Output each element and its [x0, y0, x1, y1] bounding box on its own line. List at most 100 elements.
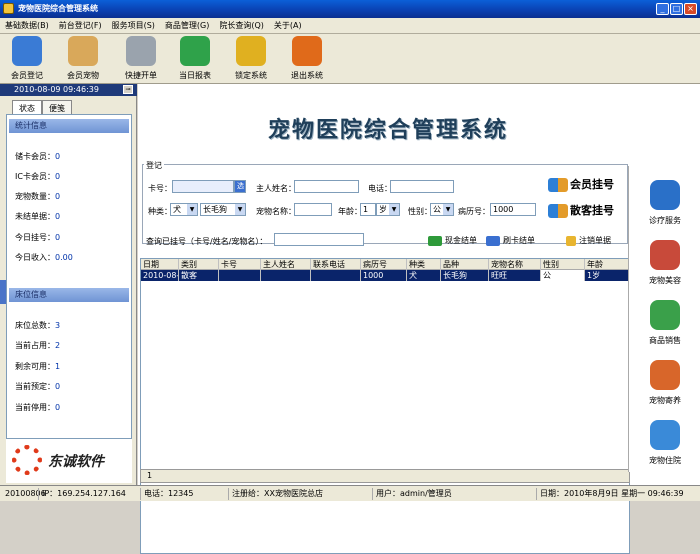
col-date[interactable]: 日期 — [141, 259, 179, 270]
beds-group-header: 床位信息 — [9, 288, 129, 302]
menu-services[interactable]: 服务项目(S) — [107, 20, 160, 31]
key-icon — [566, 235, 576, 246]
breed-select[interactable]: 长毛狗 ▼ — [200, 203, 246, 216]
tab-notes[interactable]: 便笺 — [42, 100, 72, 114]
col-phone[interactable]: 联系电话 — [311, 259, 361, 270]
status-datetime: 日期：2010年8月9日 星期一 09:46:39 — [536, 488, 687, 500]
col-owner[interactable]: 主人姓名 — [261, 259, 311, 270]
app-icon — [3, 3, 14, 14]
table-row[interactable]: 2010-08-09 散客 1000 犬 长毛狗 旺旺 公 1岁 — [141, 270, 629, 281]
col-category[interactable]: 类别 — [179, 259, 219, 270]
status-ip: IP：169.254.127.164 — [38, 488, 129, 500]
cancel-order-button[interactable]: 注销单据 — [566, 235, 611, 246]
cell-date: 2010-08-09 — [141, 270, 179, 281]
guest-register-button[interactable]: 散客挂号 — [548, 202, 614, 218]
status-panel: 统计信息 储卡会员：0 IC卡会员：0 宠物数量：0 未结单据：0 今日挂号：0… — [6, 114, 132, 439]
stat-open-orders: 未结单据：0 — [15, 212, 61, 221]
stat-today-registrations: 今日挂号：0 — [15, 233, 61, 242]
owner-label: 主人姓名： — [256, 184, 296, 193]
dog-grooming-icon — [650, 240, 680, 270]
cell-phone — [311, 270, 361, 281]
close-button[interactable]: × — [684, 3, 697, 15]
lock-system-button[interactable]: 锁定系统 — [228, 36, 274, 82]
daily-report-button[interactable]: 当日报表 — [172, 36, 218, 82]
bed-available: 剩余可用：1 — [15, 362, 61, 371]
card-icon — [486, 235, 500, 246]
col-age[interactable]: 年龄 — [585, 259, 629, 270]
cell-sex[interactable]: 公 — [541, 270, 585, 281]
member-register-button-main[interactable]: 会员挂号 — [548, 176, 614, 192]
pet-name-label: 宠物名称： — [256, 207, 296, 216]
minimize-button[interactable]: _ — [656, 3, 669, 15]
col-case-number[interactable]: 病历号 — [361, 259, 407, 270]
pet-boarding-button[interactable]: 宠物寄养 — [629, 356, 700, 414]
case-number-input[interactable] — [490, 203, 536, 216]
member-register-button[interactable]: 会员登记 — [4, 36, 50, 82]
registered-search-input[interactable] — [274, 233, 364, 246]
exit-x-icon — [292, 36, 322, 66]
goods-icon — [650, 300, 680, 330]
cell-category: 散客 — [179, 270, 219, 281]
member-pet-button[interactable]: 会员宠物 — [60, 36, 106, 82]
age-unit-select[interactable]: 岁 ▼ — [376, 203, 400, 216]
status-registered-to: 注册给：XX宠物医院总店 — [228, 488, 326, 500]
species-select[interactable]: 犬 ▼ — [170, 203, 198, 216]
pin-icon[interactable]: ⊸ — [123, 85, 133, 94]
cell-owner — [261, 270, 311, 281]
menu-basic-data[interactable]: 基础数据(B) — [0, 20, 54, 31]
age-input[interactable]: 1 — [360, 203, 376, 216]
case-number-label: 病历号： — [458, 207, 490, 216]
owner-name-input[interactable] — [294, 180, 359, 193]
main-area: 宠物医院综合管理系统 登记 卡号： 选 主人姓名： 电话： 会员挂号 种类： 犬… — [138, 84, 700, 554]
col-pet-name[interactable]: 宠物名称 — [489, 259, 541, 270]
registration-grid: 日期 类别 卡号 主人姓名 联系电话 病历号 种类 品种 宠物名称 性别 年龄 … — [140, 258, 630, 554]
col-breed[interactable]: 品种 — [441, 259, 489, 270]
rabbit-icon — [68, 36, 98, 66]
tab-status[interactable]: 状态 — [12, 100, 42, 114]
cell-pet-name: 旺旺 — [489, 270, 541, 281]
card-checkout-button[interactable]: 刷卡结单 — [486, 235, 535, 246]
chevron-down-icon: ▼ — [187, 204, 197, 215]
cash-checkout-button[interactable]: 现金结单 — [428, 235, 477, 246]
bed-reserved: 当前预定：0 — [15, 382, 61, 391]
pet-grooming-button[interactable]: 宠物美容 — [629, 236, 700, 294]
phone-input[interactable] — [390, 180, 454, 193]
menu-front-desk[interactable]: 前台登记(F) — [54, 20, 107, 31]
card-number-input[interactable] — [172, 180, 234, 193]
card-label: 卡号： — [148, 184, 172, 193]
cell-species: 犬 — [407, 270, 441, 281]
status-bar: 20100806 IP：169.254.127.164 电话：12345 注册给… — [0, 485, 700, 501]
cell-age: 1岁 — [585, 270, 629, 281]
cell-card — [219, 270, 261, 281]
menu-goods[interactable]: 商品管理(G) — [160, 20, 214, 31]
quick-order-button[interactable]: 快捷开单 — [118, 36, 164, 82]
chevron-down-icon: ▼ — [443, 204, 453, 215]
age-label: 年龄： — [338, 207, 362, 216]
right-panel: 诊疗服务 宠物美容 商品销售 宠物寄养 宠物住院 — [628, 166, 700, 472]
maximize-button[interactable]: □ — [670, 3, 683, 15]
col-sex[interactable]: 性别 — [541, 259, 585, 270]
col-card[interactable]: 卡号 — [219, 259, 261, 270]
bed-disabled: 当前停用：0 — [15, 403, 61, 412]
signpost-icon — [126, 36, 156, 66]
brand-logo: 东诚软件 — [6, 439, 132, 483]
col-species[interactable]: 种类 — [407, 259, 441, 270]
panel-splitter[interactable] — [0, 280, 6, 304]
grid-header: 日期 类别 卡号 主人姓名 联系电话 病历号 种类 品种 宠物名称 性别 年龄 — [141, 259, 629, 270]
bed-total: 床位总数：3 — [15, 321, 61, 330]
menu-bar: 基础数据(B) 前台登记(F) 服务项目(S) 商品管理(G) 院长查询(Q) … — [0, 18, 700, 34]
left-panel-header: 2010-08-09 09:46:39 — [0, 84, 137, 96]
pet-hospitalization-button[interactable]: 宠物住院 — [629, 416, 700, 474]
exit-system-button[interactable]: 退出系统 — [284, 36, 330, 82]
pet-house-icon — [650, 360, 680, 390]
card-select-button[interactable]: 选 — [234, 180, 246, 193]
brand-name: 东诚软件 — [48, 454, 104, 470]
pet-name-input[interactable] — [294, 203, 332, 216]
treatment-service-button[interactable]: 诊疗服务 — [629, 176, 700, 234]
sex-select[interactable]: 公 ▼ — [430, 203, 454, 216]
menu-director-query[interactable]: 院长查询(Q) — [214, 20, 269, 31]
menu-about[interactable]: 关于(A) — [269, 20, 307, 31]
cash-icon — [428, 235, 442, 246]
guests-icon — [548, 204, 568, 218]
goods-sales-button[interactable]: 商品销售 — [629, 296, 700, 354]
